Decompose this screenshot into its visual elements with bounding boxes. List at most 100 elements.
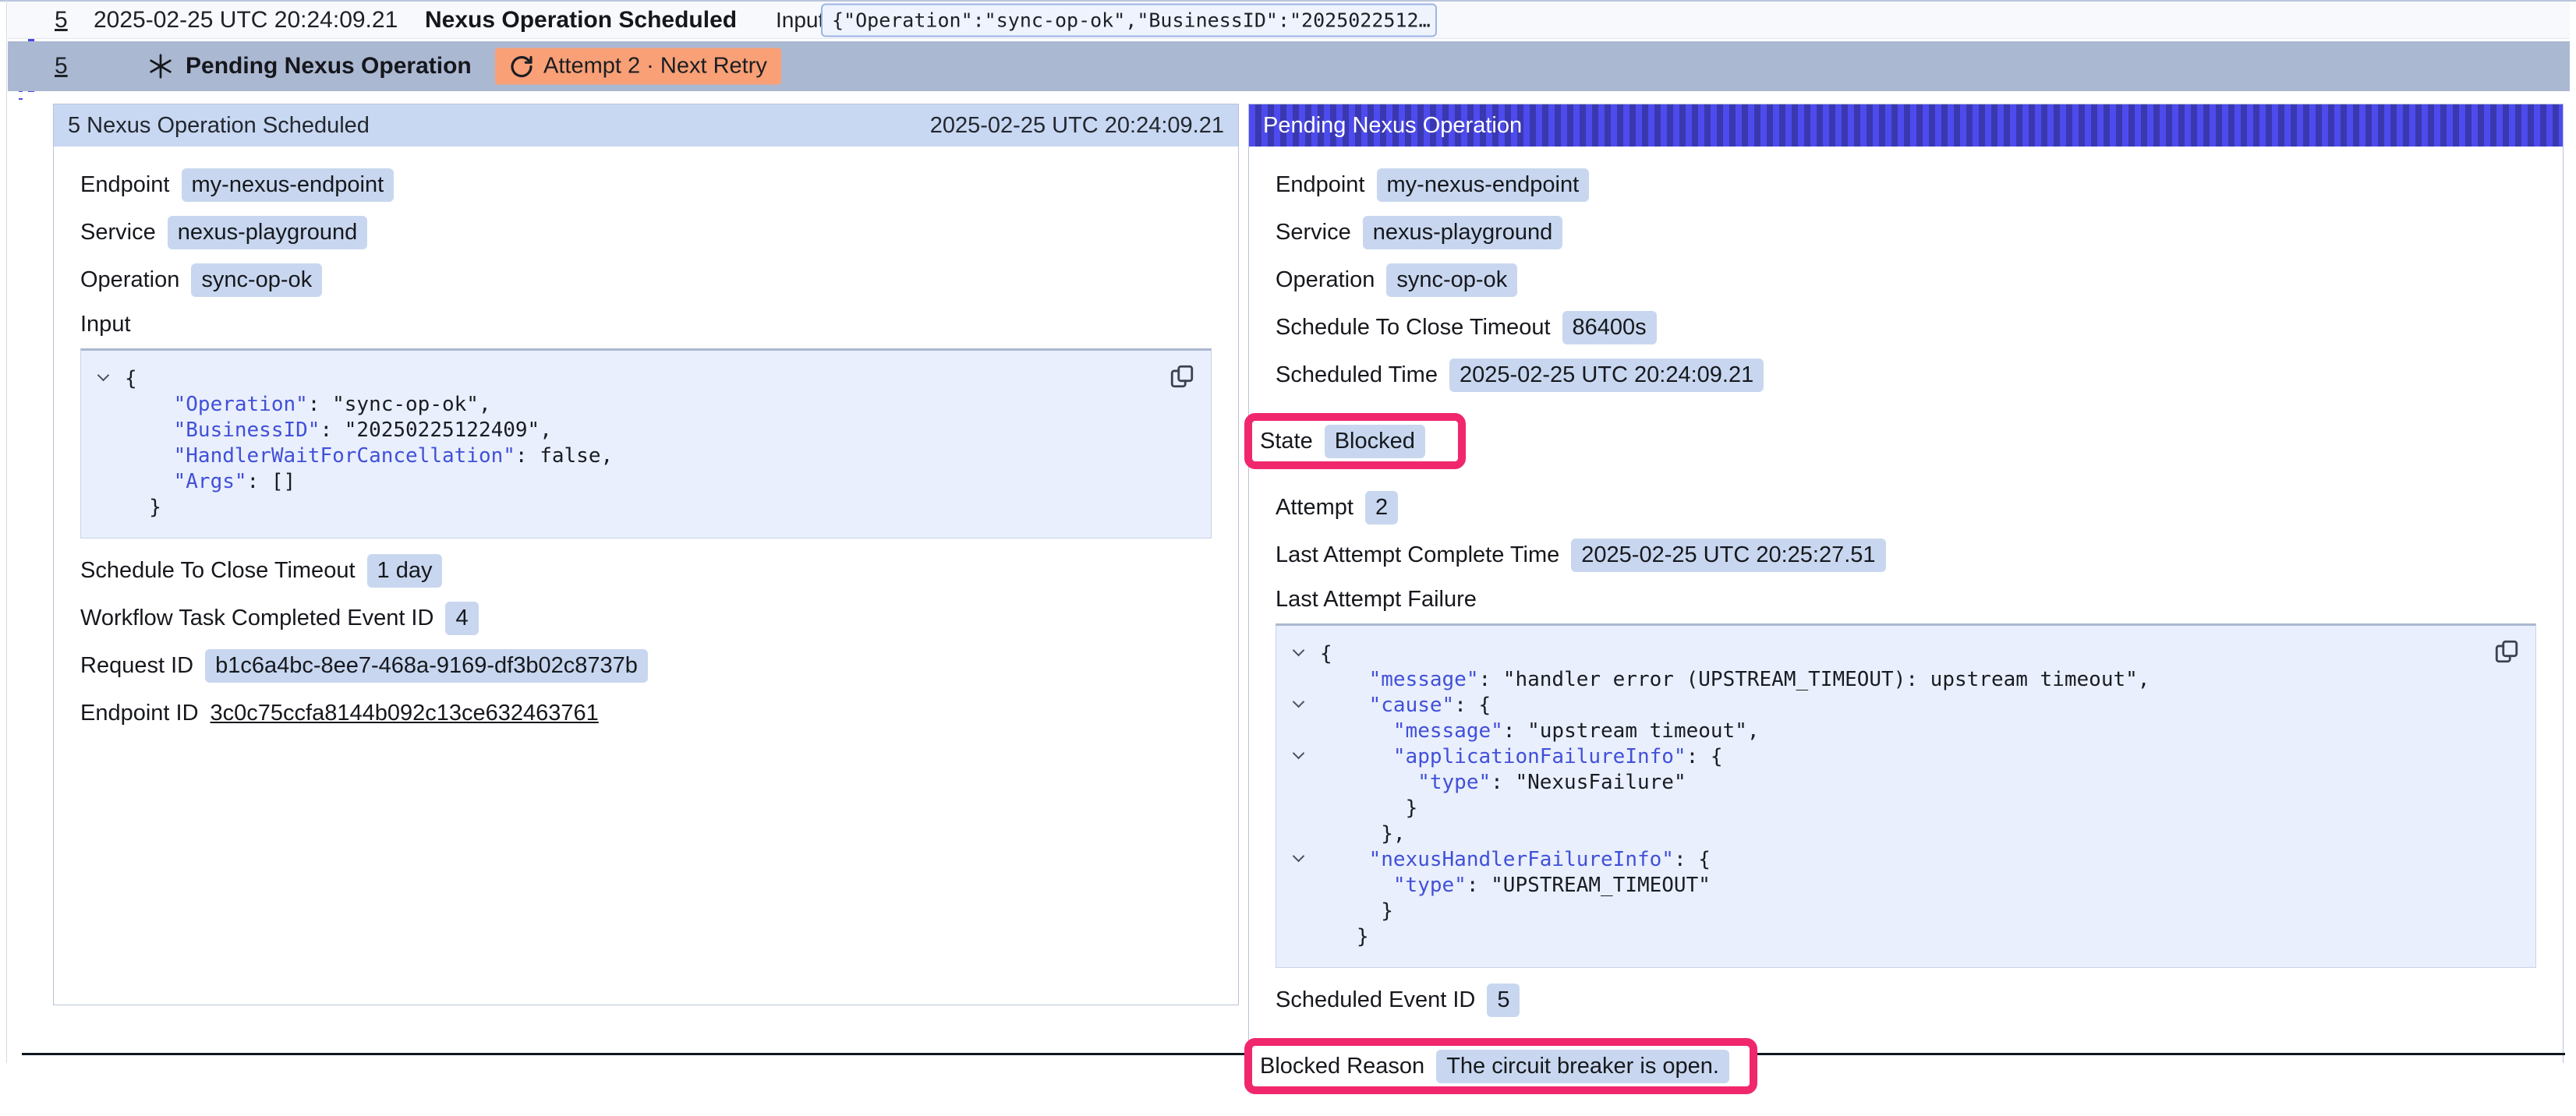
field-value-chip: sync-op-ok: [1386, 263, 1517, 297]
field-row: Attempt 2: [1276, 492, 2536, 523]
pending-operation-header-title: Pending Nexus Operation: [1263, 113, 1522, 139]
json-line: }: [1276, 796, 2520, 821]
field-value-chip: 2: [1365, 491, 1398, 524]
input-json-viewer: { "Operation": "sync-op-ok", "BusinessID…: [80, 348, 1212, 539]
collapse-chevron-icon[interactable]: [1292, 850, 1304, 863]
copy-icon[interactable]: [1169, 363, 1195, 390]
json-line: "cause": {: [1276, 693, 2520, 719]
collapse-chevron-icon[interactable]: [1292, 747, 1304, 760]
json-value: }: [149, 496, 161, 519]
field-value-chip: nexus-playground: [1363, 216, 1563, 249]
collapse-chevron-icon[interactable]: [97, 369, 109, 382]
json-line: "Operation": "sync-op-ok",: [81, 392, 1195, 418]
field-label: Schedule To Close Timeout: [80, 558, 356, 584]
blocked-reason-field: Blocked Reason The circuit breaker is op…: [1260, 1051, 1729, 1082]
field-value-chip: my-nexus-endpoint: [182, 168, 395, 202]
json-value: : {: [1674, 848, 1711, 871]
event-detail-fields-bottom: Schedule To Close Timeout 1 day Workflow…: [80, 555, 1212, 729]
failure-json-viewer: { "message": "handler error (UPSTREAM_TI…: [1276, 623, 2536, 968]
json-line: {: [1276, 641, 2520, 667]
field-value-link[interactable]: 3c0c75ccfa8144b092c13ce632463761: [211, 701, 599, 726]
field-row: Scheduled Time 2025-02-25 UTC 20:24:09.2…: [1276, 359, 2536, 390]
retry-badge-label: Attempt 2 · Next Retry: [543, 54, 767, 79]
failure-section-label: Last Attempt Failure: [1276, 587, 2536, 613]
field-value-chip: 4: [445, 602, 478, 635]
copy-icon[interactable]: [2493, 638, 2520, 665]
field-row: Endpoint ID 3c0c75ccfa8144b092c13ce63246…: [80, 698, 1212, 729]
field-value-chip: 2025-02-25 UTC 20:24:09.21: [1449, 358, 1764, 392]
event-title: Nexus Operation Scheduled: [425, 7, 737, 34]
event-input-label: Input: [776, 8, 824, 33]
event-input-preview-chip[interactable]: {"Operation":"sync-op-ok","BusinessID":"…: [821, 3, 1437, 37]
json-line: "BusinessID": "20250225122409",: [81, 418, 1195, 443]
event-row-pending[interactable]: 5 Pending Nexus Operation Attempt 2 · Ne…: [8, 41, 2570, 91]
event-detail-header-time: 2025-02-25 UTC 20:24:09.21: [930, 113, 1224, 139]
field-label: Endpoint: [80, 172, 170, 198]
field-label: Service: [1276, 220, 1351, 245]
field-row: Service nexus-playground: [1276, 217, 2536, 248]
json-key: "Args": [174, 470, 247, 493]
field-row: Endpoint my-nexus-endpoint: [1276, 169, 2536, 200]
event-timestamp: 2025-02-25 UTC 20:24:09.21: [94, 7, 398, 34]
json-value: : {: [1686, 745, 1723, 768]
json-value: : "NexusFailure": [1491, 771, 1686, 794]
field-row: Operation sync-op-ok: [1276, 264, 2536, 295]
pending-fields-mid: Attempt 2 Last Attempt Complete Time 202…: [1276, 492, 2536, 570]
field-label: Attempt: [1276, 495, 1353, 521]
json-key: "cause": [1369, 694, 1455, 717]
json-value: }: [1357, 925, 1369, 948]
event-detail-header-title: 5 Nexus Operation Scheduled: [68, 113, 370, 139]
pending-operation-header: Pending Nexus Operation: [1249, 104, 2563, 147]
field-label: Service: [80, 220, 156, 245]
json-key: "type": [1393, 874, 1467, 897]
state-label: State: [1260, 429, 1313, 454]
json-key: "Operation": [174, 393, 308, 416]
field-value-chip: my-nexus-endpoint: [1377, 168, 1590, 202]
json-key: "HandlerWaitForCancellation": [174, 444, 515, 468]
page-left-border: [6, 0, 7, 1063]
field-row: Schedule To Close Timeout 86400s: [1276, 312, 2536, 343]
state-annotation-box: State Blocked: [1244, 413, 1466, 469]
field-label: Scheduled Time: [1276, 362, 1438, 388]
json-value: : "20250225122409",: [320, 418, 551, 442]
field-row: Workflow Task Completed Event ID 4: [80, 602, 1212, 634]
event-row-scheduled[interactable]: 5 2025-02-25 UTC 20:24:09.21 Nexus Opera…: [8, 2, 2570, 39]
field-row: Last Attempt Complete Time 2025-02-25 UT…: [1276, 539, 2536, 570]
json-line: "message": "handler error (UPSTREAM_TIME…: [1276, 667, 2520, 693]
json-line: },: [1276, 821, 2520, 847]
field-row: Service nexus-playground: [80, 217, 1212, 248]
pending-title: Pending Nexus Operation: [186, 53, 472, 79]
json-value: {: [125, 367, 137, 390]
json-key: "applicationFailureInfo": [1393, 745, 1686, 768]
field-row: Request ID b1c6a4bc-8ee7-468a-9169-df3b0…: [80, 650, 1212, 681]
collapse-chevron-icon[interactable]: [1292, 645, 1304, 657]
json-key: "message": [1369, 668, 1479, 691]
event-id-link[interactable]: 5: [55, 7, 68, 34]
json-value: }: [1406, 796, 1418, 820]
json-key: "nexusHandlerFailureInfo": [1369, 848, 1674, 871]
json-line: {: [81, 366, 1195, 392]
field-row: Endpoint my-nexus-endpoint: [80, 169, 1212, 200]
json-value: : false,: [515, 444, 613, 468]
blocked-reason-annotation-box: Blocked Reason The circuit breaker is op…: [1244, 1038, 1757, 1094]
scheduled-event-id-label: Scheduled Event ID: [1276, 987, 1475, 1013]
retry-icon: [509, 54, 534, 79]
collapse-chevron-icon[interactable]: [1292, 696, 1304, 708]
field-label: Operation: [80, 267, 179, 293]
json-key: "message": [1393, 719, 1503, 743]
field-label: Request ID: [80, 653, 193, 679]
field-row: Operation sync-op-ok: [80, 264, 1212, 295]
pending-id-link[interactable]: 5: [55, 53, 68, 79]
json-line: "type": "NexusFailure": [1276, 770, 2520, 796]
json-line: "message": "upstream timeout",: [1276, 719, 2520, 744]
field-value-chip: sync-op-ok: [191, 263, 322, 297]
field-label: Operation: [1276, 267, 1375, 293]
pending-asterisk-icon: [147, 52, 175, 80]
json-value: : []: [247, 470, 296, 493]
json-value: },: [1381, 822, 1405, 846]
json-line: "HandlerWaitForCancellation": false,: [81, 443, 1195, 469]
json-value: {: [1320, 642, 1332, 666]
json-value: : "handler error (UPSTREAM_TIMEOUT): ups…: [1479, 668, 2150, 691]
event-detail-header: 5 Nexus Operation Scheduled 2025-02-25 U…: [54, 104, 1238, 147]
blocked-reason-chip: The circuit breaker is open.: [1436, 1050, 1729, 1083]
